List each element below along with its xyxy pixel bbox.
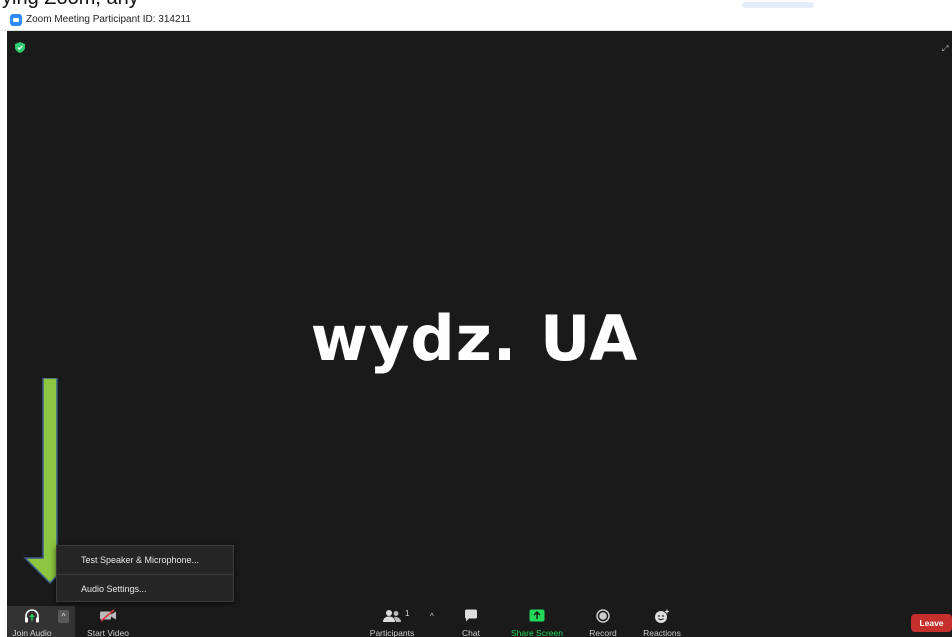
menu-item-audio-settings[interactable]: Audio Settings...: [57, 574, 233, 602]
participants-count: 1: [405, 609, 410, 618]
meeting-toolbar: Join Audio ^ Start Video Participants 1 …: [7, 606, 952, 637]
share-screen-button[interactable]: Share Screen: [505, 606, 569, 637]
share-screen-label: Share Screen: [511, 628, 563, 637]
participant-name: wydz. UA: [310, 302, 639, 375]
participants-label: Participants: [369, 628, 415, 637]
leave-button[interactable]: Leave: [911, 614, 952, 632]
record-label: Record: [589, 628, 617, 637]
smiley-icon: [655, 609, 669, 623]
people-icon: [383, 610, 401, 622]
menu-item-test-speaker-mic[interactable]: Test Speaker & Microphone...: [57, 546, 233, 574]
chat-button[interactable]: Chat: [451, 606, 491, 637]
window-title: Zoom Meeting Participant ID: 314211: [26, 14, 191, 25]
expand-icon[interactable]: ⤢: [942, 45, 950, 53]
audio-options-menu: Test Speaker & Microphone... Audio Setti…: [56, 545, 234, 602]
reactions-button[interactable]: Reactions: [639, 606, 685, 637]
share-screen-icon: [529, 609, 545, 622]
chat-label: Chat: [462, 628, 480, 637]
window-titlebar: Zoom Meeting Participant ID: 314211: [0, 10, 952, 31]
top-caption-fragment: ying Zoom, any: [0, 0, 952, 10]
headphones-icon: [25, 609, 39, 623]
participants-options-caret[interactable]: ^: [430, 612, 434, 621]
start-video-label: Start Video: [87, 628, 129, 637]
video-off-icon: [100, 609, 116, 622]
join-audio-button[interactable]: Join Audio: [7, 606, 57, 637]
meeting-stage: ⤢ wydz. UA Test Speaker & Microphone... …: [7, 31, 952, 637]
caption-blob: [742, 2, 814, 8]
start-video-button[interactable]: Start Video: [79, 606, 137, 637]
participants-button[interactable]: Participants: [365, 606, 419, 637]
record-button[interactable]: Record: [583, 606, 623, 637]
join-audio-label: Join Audio: [12, 628, 52, 637]
reactions-label: Reactions: [643, 628, 681, 637]
shield-icon[interactable]: [15, 42, 25, 53]
zoom-logo-icon: [10, 14, 22, 26]
record-icon: [596, 609, 610, 623]
caption-text: ying Zoom, any: [2, 0, 139, 10]
chat-bubble-icon: [465, 609, 477, 622]
join-audio-options-caret[interactable]: ^: [58, 610, 69, 623]
